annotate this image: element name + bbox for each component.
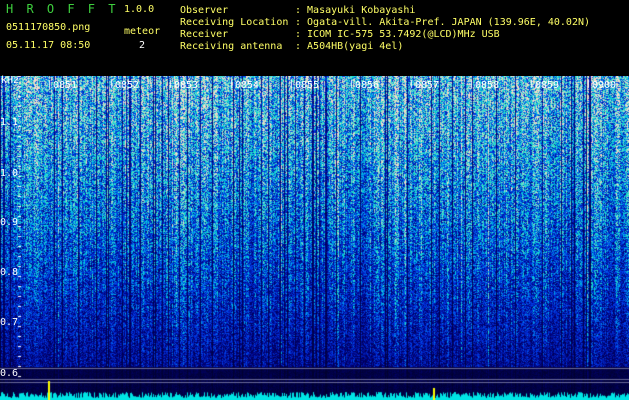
info-key-receiver: Receiver <box>180 29 229 40</box>
info-value-observer: : Masayuki Kobayashi <box>295 5 416 16</box>
info-value-location: : Ogata-vill. Akita-Pref. JAPAN (139.96E… <box>295 17 591 28</box>
header-panel: H R O F F T 1.0.0 0511170850.png 05.11.1… <box>0 0 629 76</box>
time-tick-label: 0853 <box>174 80 199 91</box>
info-key-antenna: Receiving antenna <box>180 41 283 52</box>
info-value-antenna: : A504HB(yagi 4el) <box>295 41 404 52</box>
freq-tick-label: 1.0 <box>0 168 19 179</box>
time-tick-label: 0856 <box>355 80 380 91</box>
meteor-count: 2 <box>139 40 146 51</box>
freq-tick-label: 0.9 <box>0 217 19 228</box>
time-tick-label: 0855 <box>295 80 320 91</box>
freq-tick-label: 0.6 <box>0 368 19 379</box>
freq-tick-label: 0.8 <box>0 267 19 278</box>
file-datetime: 05.11.17 08:50 <box>6 40 91 51</box>
time-tick-label: 0851 <box>53 80 78 91</box>
info-key-location: Receiving Location <box>180 17 289 28</box>
info-value-receiver: : ICOM IC-575 53.7492(@LCD)MHz USB <box>295 29 500 40</box>
time-tick-label: 0852 <box>115 80 140 91</box>
app-logo: H R O F F T <box>6 2 119 16</box>
file-name: 0511170850.png <box>6 22 91 33</box>
freq-unit-label: kHz <box>1 75 20 86</box>
spectrogram-canvas <box>0 76 629 400</box>
time-tick-label: 0859 <box>535 80 560 91</box>
time-tick-label: 0900 <box>592 80 617 91</box>
time-tick-label: 0854 <box>235 80 260 91</box>
info-key-observer: Observer <box>180 5 229 16</box>
freq-tick-label: 0.7 <box>0 317 19 328</box>
meteor-label: meteor <box>124 26 161 37</box>
time-tick-label: 0858 <box>475 80 500 91</box>
app-version: 1.0.0 <box>124 4 155 15</box>
freq-tick-label: 1.1 <box>0 117 19 128</box>
time-tick-label: 0857 <box>415 80 440 91</box>
